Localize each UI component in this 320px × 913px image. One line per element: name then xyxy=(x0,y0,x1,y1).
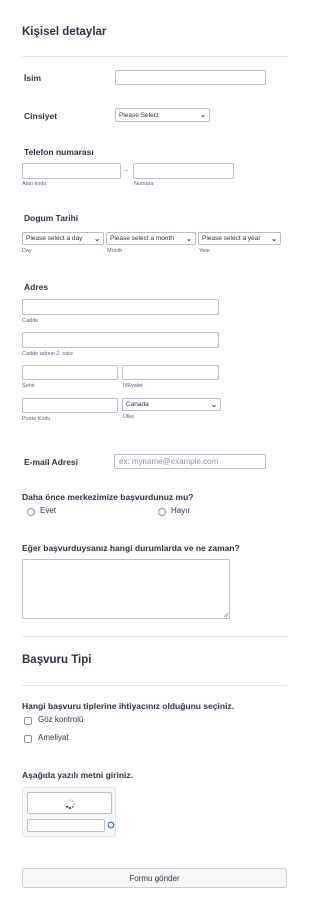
chevron-down-icon: ⌄ xyxy=(271,235,277,243)
captcha-image xyxy=(27,792,112,814)
captcha-label: Aşağıda yazılı metni giriniz. xyxy=(22,770,133,780)
divider xyxy=(22,56,287,57)
country-select-value: Canada xyxy=(126,401,149,408)
chevron-down-icon: ⌄ xyxy=(94,235,100,243)
name-label: İsim xyxy=(24,73,42,83)
captcha-input[interactable] xyxy=(27,819,105,832)
radio-evet[interactable] xyxy=(27,508,35,516)
when-textarea[interactable] xyxy=(22,559,230,619)
email-input[interactable]: ex: myname@example.com xyxy=(114,454,266,469)
radio-evet-label: Evet xyxy=(40,506,57,515)
chevron-down-icon: ⌄ xyxy=(200,112,206,119)
street2-sublabel: Cadde adresi 2. satır xyxy=(22,351,74,357)
submit-button[interactable]: Formu gönder xyxy=(22,868,287,888)
phone-dash: - xyxy=(125,166,128,175)
birth-year-select[interactable]: Please select a year ⌄ xyxy=(198,232,281,245)
checkbox-ameliyat[interactable] xyxy=(24,735,32,743)
chevron-down-icon: ⌄ xyxy=(186,235,192,243)
address-label: Adres xyxy=(24,282,49,292)
birth-day-sublabel: Day xyxy=(22,248,32,254)
birth-month-select[interactable]: Please select a month ⌄ xyxy=(106,232,196,245)
reload-icon[interactable] xyxy=(107,821,115,829)
resize-handle-icon[interactable] xyxy=(223,612,228,617)
phone-number-sublabel: Numara xyxy=(134,181,154,187)
birth-year-value: Please select a year xyxy=(202,235,261,242)
gender-select-value: Please Select xyxy=(119,111,159,119)
city-sublabel: Şehir xyxy=(22,383,35,389)
country-select[interactable]: Canada ⌄ xyxy=(122,398,221,411)
section-title-type: Başvuru Tipi xyxy=(22,654,92,666)
types-question: Hangi başvuru tiplerine ihtiyacınız oldu… xyxy=(22,701,235,711)
birth-day-select[interactable]: Please select a day ⌄ xyxy=(22,232,104,245)
birth-day-value: Please select a day xyxy=(26,235,83,242)
street-input[interactable] xyxy=(22,299,219,315)
birth-year-sublabel: Year xyxy=(199,248,211,254)
loading-spinner-icon xyxy=(65,799,75,810)
postal-code-sublabel: Posta Kodu xyxy=(22,416,51,422)
street-sublabel: Cadde xyxy=(22,318,39,324)
state-sublabel: İl/Eyalet xyxy=(123,383,143,389)
postal-code-input[interactable] xyxy=(22,398,118,413)
gender-label: Cinsiyet xyxy=(24,111,58,121)
state-input[interactable] xyxy=(122,365,219,380)
checkbox-goz-kontrolu[interactable] xyxy=(24,717,32,725)
area-code-sublabel: Alan kodu xyxy=(22,181,47,187)
checkbox-ameliyat-label: Ameliyat xyxy=(38,733,69,742)
area-code-input[interactable] xyxy=(22,163,121,179)
phone-number-input[interactable] xyxy=(133,163,234,179)
birth-date-label: Dogum Tarihi xyxy=(24,213,79,223)
birth-month-sublabel: Month xyxy=(107,248,123,254)
city-input[interactable] xyxy=(22,365,118,380)
checkbox-goz-kontrolu-label: Göz kontrolü xyxy=(38,715,84,724)
divider xyxy=(22,636,287,637)
country-sublabel: Ülke xyxy=(123,414,135,420)
applied-before-question: Daha önce merkezimize başvurdunuz mu? xyxy=(22,492,194,502)
birth-month-value: Please select a month xyxy=(110,235,174,242)
name-input[interactable] xyxy=(115,70,266,85)
email-label: E-mail Adresi xyxy=(24,457,79,467)
street2-input[interactable] xyxy=(22,332,219,348)
phone-label: Telefon numarası xyxy=(24,147,94,157)
gender-select[interactable]: Please Select ⌄ xyxy=(115,108,210,122)
radio-hayir-label: Hayır xyxy=(171,506,191,515)
when-question: Eğer başvurduysanız hangi durumlarda ve … xyxy=(22,543,240,553)
chevron-down-icon: ⌄ xyxy=(211,401,217,409)
captcha-box xyxy=(22,787,116,837)
radio-hayir[interactable] xyxy=(158,508,166,516)
section-title-personal: Kişisel detaylar xyxy=(22,26,107,38)
divider xyxy=(22,685,287,686)
